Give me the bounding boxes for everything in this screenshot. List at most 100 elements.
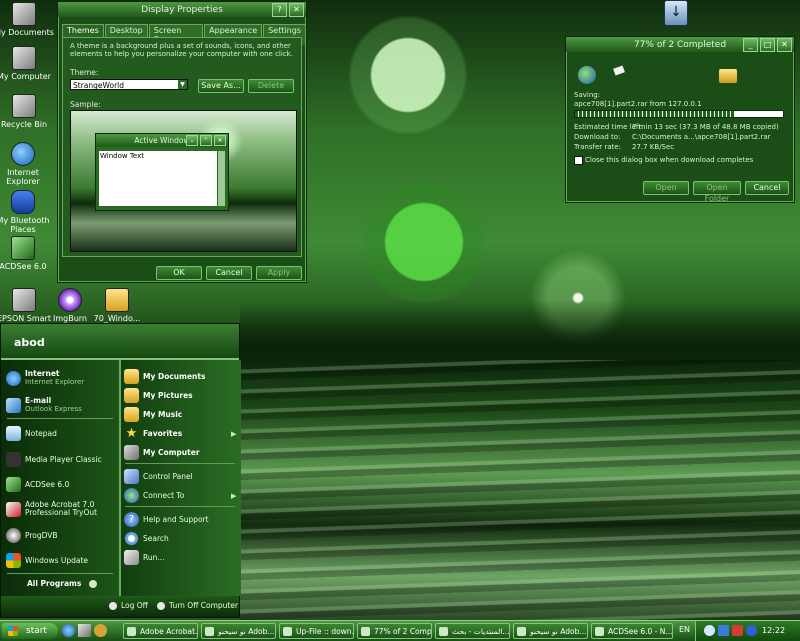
chevron-down-icon[interactable]: ▼ [178,80,187,89]
taskbar-item[interactable]: نو سيحنو Adob... [513,623,588,639]
desktop-icon-label: Recycle Bin [0,120,48,129]
menu-item-my-documents[interactable]: My Documents [124,369,205,384]
cancel-button[interactable]: Cancel [206,266,252,280]
minimize-button[interactable]: _ [743,38,758,52]
start-button[interactable]: start [2,623,58,639]
taskbar-item[interactable]: ACDSee 6.0 - N... [591,623,673,639]
transfer-rate-label: Transfer rate: [574,143,621,151]
menu-item-windows-update[interactable]: Windows Update [6,553,88,568]
menu-item-internet[interactable]: Internet Internet Explorer [6,370,84,386]
theme-select[interactable]: StrangeWorld ▼ [70,79,188,90]
close-button[interactable]: ✕ [777,38,792,52]
desktop-icon-label: My Computer [0,72,51,81]
menu-item-progdvb[interactable]: ProgDVB [6,528,58,543]
help-button[interactable]: ? [272,3,287,17]
menu-item-title: E-mail [25,396,52,405]
download-dialog-titlebar[interactable]: 77% of 2 Completed _ □ ✕ [566,37,794,52]
menu-item-my-computer[interactable]: My Computer [124,445,200,460]
computer-icon [12,46,36,70]
sample-window-title: Active Window [134,136,190,145]
menu-item-search[interactable]: Search [124,531,169,546]
log-off-label: Log Off [121,601,148,610]
menu-item-title: Media Player Classic [25,454,102,464]
close-when-done-checkbox[interactable] [574,156,583,165]
menu-item-label: Search [143,533,169,543]
log-off-button[interactable]: Log Off [109,602,148,610]
menu-item-label: Control Panel [143,471,193,481]
sample-active-window-titlebar: Active Window ⌄ ⌃ ✕ [96,134,228,147]
progdvb-icon [6,528,21,543]
media-player-icon [6,452,21,467]
close-icon: ✕ [214,135,226,146]
internet-explorer-icon[interactable] [62,624,75,637]
menu-item-acdsee[interactable]: ACDSee 6.0 [6,477,69,492]
menu-item-title: Windows Update [25,555,89,565]
desktop-icon-label: My Bluetooth Places [0,216,50,234]
taskbar-item[interactable]: المنتديات - بحث... [435,623,510,639]
arrow-right-icon [89,580,98,588]
desktop-icon-folder[interactable]: 70_Windo... [87,288,147,323]
all-programs-button[interactable]: All Programs [27,580,98,588]
open-folder-button[interactable]: Open Folder [693,181,741,203]
clock[interactable]: 12:22 [762,626,785,635]
taskbar-item[interactable]: Up-File :: down... [279,623,354,639]
ok-button[interactable]: OK [156,266,202,280]
menu-item-title: ProgDVB [25,530,58,540]
outlook-express-icon [6,397,21,413]
language-indicator[interactable]: EN [679,625,690,634]
menu-item-media-player[interactable]: Media Player Classic [6,452,102,467]
download-arrow-icon[interactable]: ↓ [664,0,688,26]
menu-item-control-panel[interactable]: Control Panel [124,469,193,484]
open-button[interactable]: Open [643,181,689,195]
menu-item-notepad[interactable]: Notepad [6,426,57,441]
taskbar-item[interactable]: Adobe Acrobat... [123,623,198,639]
taskbar-item[interactable]: 77% of 2 Comp... [357,623,432,639]
desktop-icon-recycle-bin[interactable]: Recycle Bin [0,94,54,129]
menu-item-my-music[interactable]: My Music [124,407,182,422]
menu-item-help-support[interactable]: ? Help and Support [124,512,209,527]
imgburn-disc-icon [58,288,82,312]
download-tray-icon[interactable] [704,625,715,636]
bluetooth-tray-icon[interactable] [746,625,757,636]
desktop-icon-my-computer[interactable]: My Computer [0,46,54,81]
show-desktop-icon[interactable] [78,624,91,637]
download-title: 77% of 2 Completed [633,39,727,50]
menu-item-run[interactable]: Run... [124,550,165,565]
security-tray-icon[interactable] [732,625,743,636]
turn-off-button[interactable]: Turn Off Computer [157,602,238,610]
menu-item-email[interactable]: E-mail Outlook Express [6,397,82,413]
recycle-bin-icon [12,94,36,118]
display-properties-titlebar[interactable]: Display Properties ? ✕ [58,2,306,17]
menu-separator [125,463,235,464]
menu-item-label: Run... [143,552,165,562]
save-as-button[interactable]: Save As... [198,79,244,93]
close-button[interactable]: ✕ [289,3,304,17]
cancel-button[interactable]: Cancel [745,181,789,195]
download-progress-bar [574,110,784,118]
desktop-icon-internet-explorer[interactable]: Internet Explorer [0,142,53,186]
log-off-icon [109,602,117,610]
documents-icon [12,2,36,26]
windows-update-icon [6,553,21,568]
menu-item-adobe-acrobat[interactable]: Adobe Acrobat 7.0 Professional TryOut [6,501,114,517]
arrow-right-icon: ▶ [231,492,237,500]
taskbar-item[interactable]: نو سيحنو Adob... [201,623,276,639]
menu-item-my-pictures[interactable]: My Pictures [124,388,193,403]
desktop-icon-my-documents[interactable]: My Documents [0,2,54,37]
maximize-button[interactable]: □ [760,38,775,52]
apply-button[interactable]: Apply [256,266,302,280]
start-menu-header: abod [1,324,239,360]
media-player-icon[interactable] [94,624,107,637]
start-menu-footer: Log Off Turn Off Computer [1,596,239,617]
desktop-icon-bluetooth[interactable]: My Bluetooth Places [0,190,53,234]
saving-label: Saving: [574,91,601,99]
network-tray-icon[interactable] [718,625,729,636]
start-label: start [26,626,47,636]
desktop-icon-acdsee[interactable]: ACDSee 6.0 [0,236,53,271]
quick-launch [62,624,107,637]
menu-separator [7,418,113,419]
help-icon: ? [124,512,139,527]
delete-button[interactable]: Delete [248,79,294,93]
menu-item-favorites[interactable]: ★ Favorites [124,426,183,441]
menu-item-connect-to[interactable]: Connect To [124,488,184,503]
